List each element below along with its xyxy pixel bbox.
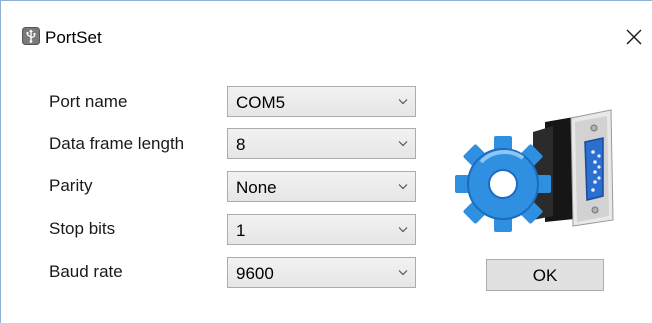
parity-select[interactable]: None <box>227 171 416 202</box>
chevron-down-icon <box>398 270 408 276</box>
gear-serial-port-icon <box>455 109 614 232</box>
portset-dialog: PortSet Port name COM5 Data frame length… <box>0 0 652 323</box>
stop-bits-select[interactable]: 1 <box>227 214 416 245</box>
ok-button[interactable]: OK <box>486 259 604 291</box>
chevron-down-icon <box>398 227 408 233</box>
ok-button-label: OK <box>532 266 558 285</box>
baud-rate-label: Baud rate <box>49 262 123 281</box>
usb-icon <box>22 27 40 45</box>
parity-value: None <box>236 178 277 197</box>
port-name-select[interactable]: COM5 <box>227 86 416 117</box>
port-name-value: COM5 <box>236 93 286 112</box>
stop-bits-value: 1 <box>236 221 246 240</box>
close-button[interactable] <box>621 25 647 49</box>
chevron-down-icon <box>398 184 408 190</box>
data-frame-length-label: Data frame length <box>49 134 185 153</box>
data-frame-length-select[interactable]: 8 <box>227 128 416 159</box>
window-title: PortSet <box>45 28 102 47</box>
parity-label: Parity <box>49 176 93 195</box>
baud-rate-select[interactable]: 9600 <box>227 257 416 288</box>
baud-rate-value: 9600 <box>236 264 274 283</box>
title-bar: PortSet <box>1 1 652 47</box>
close-icon <box>626 29 642 45</box>
chevron-down-icon <box>398 99 408 105</box>
chevron-down-icon <box>398 141 408 147</box>
port-name-label: Port name <box>49 92 128 111</box>
data-frame-length-value: 8 <box>236 135 246 154</box>
stop-bits-label: Stop bits <box>49 219 116 238</box>
